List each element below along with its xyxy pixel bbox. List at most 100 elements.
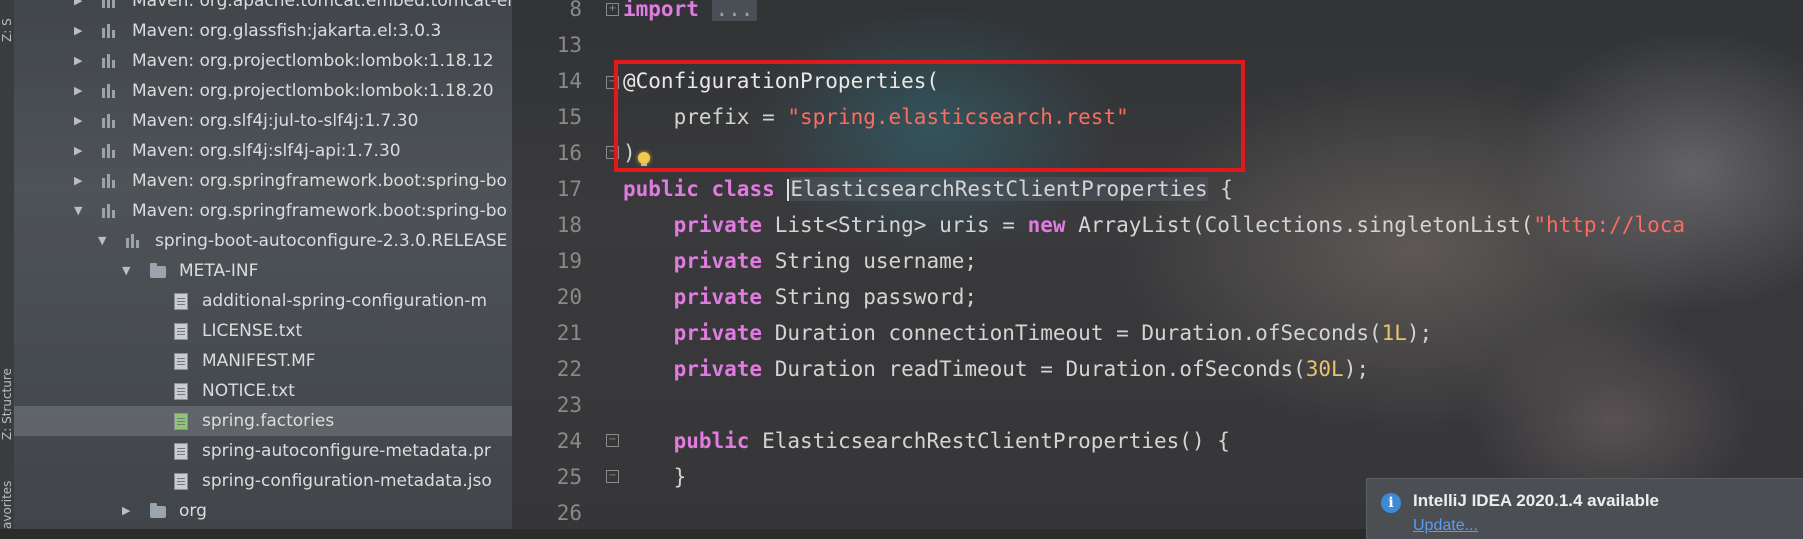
number-literal: 30L <box>1305 357 1344 381</box>
tree-row-label: org <box>179 501 207 521</box>
tree-row-label: Maven: org.apache.tomcat.embed:tomcat-em <box>132 0 512 11</box>
tree-row-label: Maven: org.slf4j:slf4j-api:1.7.30 <box>132 141 401 161</box>
tree-row-label: Maven: org.projectlombok:lombok:1.18.12 <box>132 51 494 71</box>
tree-row-label: additional-spring-configuration-m <box>202 291 488 311</box>
keyword: private <box>673 249 763 273</box>
manifest-file-icon <box>174 353 188 370</box>
brace: { <box>1207 177 1233 201</box>
collapse-arrow-icon[interactable]: ▼ <box>74 196 84 226</box>
code-text: Duration readTimeout = Duration.ofSecond… <box>762 357 1306 381</box>
jar-icon <box>126 233 142 249</box>
folded-imports[interactable]: ... <box>711 0 758 21</box>
tree-row[interactable]: ▼ META-INF <box>14 256 512 286</box>
favorites-tab[interactable]: avorites <box>0 460 14 529</box>
tree-row[interactable]: NOTICE.txt <box>14 376 512 406</box>
tree-row[interactable]: ▶ Maven: org.glassfish:jakarta.el:3.0.3 <box>14 16 512 46</box>
tree-row-label: MANIFEST.MF <box>202 351 316 371</box>
left-tool-strip: Z: S Z: Structure avorites <box>0 0 15 529</box>
code-line-8: import ... <box>623 0 758 21</box>
tree-row[interactable]: ▼ spring-boot-autoconfigure-2.3.0.RELEASE <box>14 226 512 256</box>
code-line-18: private List<String> uris = new ArrayLis… <box>623 213 1685 237</box>
properties-file-icon <box>174 443 188 460</box>
line-number: 8 <box>569 0 582 21</box>
class-name: ElasticsearchRestClientProperties <box>790 177 1208 201</box>
expand-arrow-icon[interactable]: ▶ <box>74 166 84 196</box>
code-text: List<String> uris = <box>762 213 1028 237</box>
line-number: 22 <box>556 357 582 381</box>
library-icon <box>102 143 118 159</box>
code-text: String password; <box>762 285 978 309</box>
line-number: 24 <box>556 429 582 453</box>
tree-row[interactable]: ▼ Maven: org.springframework.boot:spring-… <box>14 196 512 226</box>
tree-row[interactable]: additional-spring-configuration-m <box>14 286 512 316</box>
expand-arrow-icon[interactable]: ▶ <box>74 106 84 136</box>
library-icon <box>102 83 118 99</box>
folder-icon <box>150 503 166 518</box>
code-line-20: private String password; <box>623 285 977 309</box>
code-text: Duration connectionTimeout = Duration.of… <box>762 321 1382 345</box>
tree-row[interactable]: ▶ Maven: org.projectlombok:lombok:1.18.12 <box>14 46 512 76</box>
line-number: 20 <box>556 285 582 309</box>
structure-tab[interactable]: Z: Structure <box>0 368 14 440</box>
tree-row[interactable]: ▶ Maven: org.springframework.boot:spring-… <box>14 166 512 196</box>
keyword: private <box>673 357 763 381</box>
code-text: ElasticsearchRestClientProperties() { <box>749 429 1230 453</box>
expand-arrow-icon[interactable]: ▶ <box>74 0 84 16</box>
expand-arrow-icon[interactable]: ▶ <box>122 496 132 526</box>
expand-arrow-icon[interactable]: ▶ <box>74 76 84 106</box>
code-line-25: } <box>623 465 687 489</box>
structure-tab-top[interactable]: Z: S <box>0 2 14 42</box>
code-line-19: private String username; <box>623 249 977 273</box>
text-file-icon <box>174 383 188 400</box>
line-number: 13 <box>556 33 582 57</box>
json-file-icon <box>174 473 188 490</box>
tree-row-label: NOTICE.txt <box>202 381 295 401</box>
update-link[interactable]: Update... <box>1413 517 1478 535</box>
tree-row[interactable]: LICENSE.txt <box>14 316 512 346</box>
update-notification[interactable]: i IntelliJ IDEA 2020.1.4 available Updat… <box>1366 478 1803 539</box>
code-line-17: public class ElasticsearchRestClientProp… <box>623 177 1233 201</box>
string-literal: "http://loca <box>1533 213 1686 237</box>
code-text: } <box>673 465 687 489</box>
project-tree: ▶ Maven: org.apache.tomcat.embed:tomcat-e… <box>14 0 512 529</box>
keyword: private <box>673 321 763 345</box>
keyword: private <box>673 213 763 237</box>
library-icon <box>102 113 118 129</box>
tree-row[interactable]: ▶ org <box>14 496 512 526</box>
collapse-arrow-icon[interactable]: ▼ <box>98 226 108 256</box>
code-text: ); <box>1406 321 1433 345</box>
expand-arrow-icon[interactable]: ▶ <box>74 46 84 76</box>
keyword: public <box>673 429 750 453</box>
tree-row[interactable]: ▶ Maven: org.slf4j:slf4j-api:1.7.30 <box>14 136 512 166</box>
line-number: 26 <box>556 501 582 525</box>
line-number: 14 <box>556 69 582 93</box>
expand-arrow-icon[interactable]: ▶ <box>74 16 84 46</box>
keyword: class <box>711 177 775 201</box>
tree-row[interactable]: spring.factories <box>14 406 512 436</box>
line-number: 15 <box>556 105 582 129</box>
line-number: 18 <box>556 213 582 237</box>
library-icon <box>102 23 118 39</box>
tree-row-label: spring-boot-autoconfigure-2.3.0.RELEASE <box>155 231 508 251</box>
tree-row-label: spring.factories <box>202 411 335 431</box>
tree-row[interactable]: ▶ Maven: org.projectlombok:lombok:1.18.20 <box>14 76 512 106</box>
code-text: ); <box>1343 357 1369 381</box>
line-number: 16 <box>556 141 582 165</box>
code-line-21: private Duration connectionTimeout = Dur… <box>623 321 1433 345</box>
tree-row[interactable]: ▶ Maven: org.slf4j:jul-to-slf4j:1.7.30 <box>14 106 512 136</box>
text-file-icon <box>174 323 188 340</box>
fold-toggle-icon[interactable]: − <box>606 434 619 447</box>
tree-row[interactable]: spring-autoconfigure-metadata.pr <box>14 436 512 466</box>
json-file-icon <box>174 293 188 310</box>
code-line-24: public ElasticsearchRestClientProperties… <box>623 429 1230 453</box>
tree-row[interactable]: MANIFEST.MF <box>14 346 512 376</box>
keyword: private <box>673 285 763 309</box>
fold-toggle-icon[interactable]: + <box>606 3 619 16</box>
expand-arrow-icon[interactable]: ▶ <box>74 136 84 166</box>
line-number: 23 <box>556 393 582 417</box>
fold-toggle-icon[interactable]: − <box>606 470 619 483</box>
tree-row[interactable]: ▶ Maven: org.apache.tomcat.embed:tomcat-e… <box>14 0 512 16</box>
spring-file-icon <box>174 413 188 430</box>
collapse-arrow-icon[interactable]: ▼ <box>122 256 132 286</box>
tree-row[interactable]: spring-configuration-metadata.jso <box>14 466 512 496</box>
